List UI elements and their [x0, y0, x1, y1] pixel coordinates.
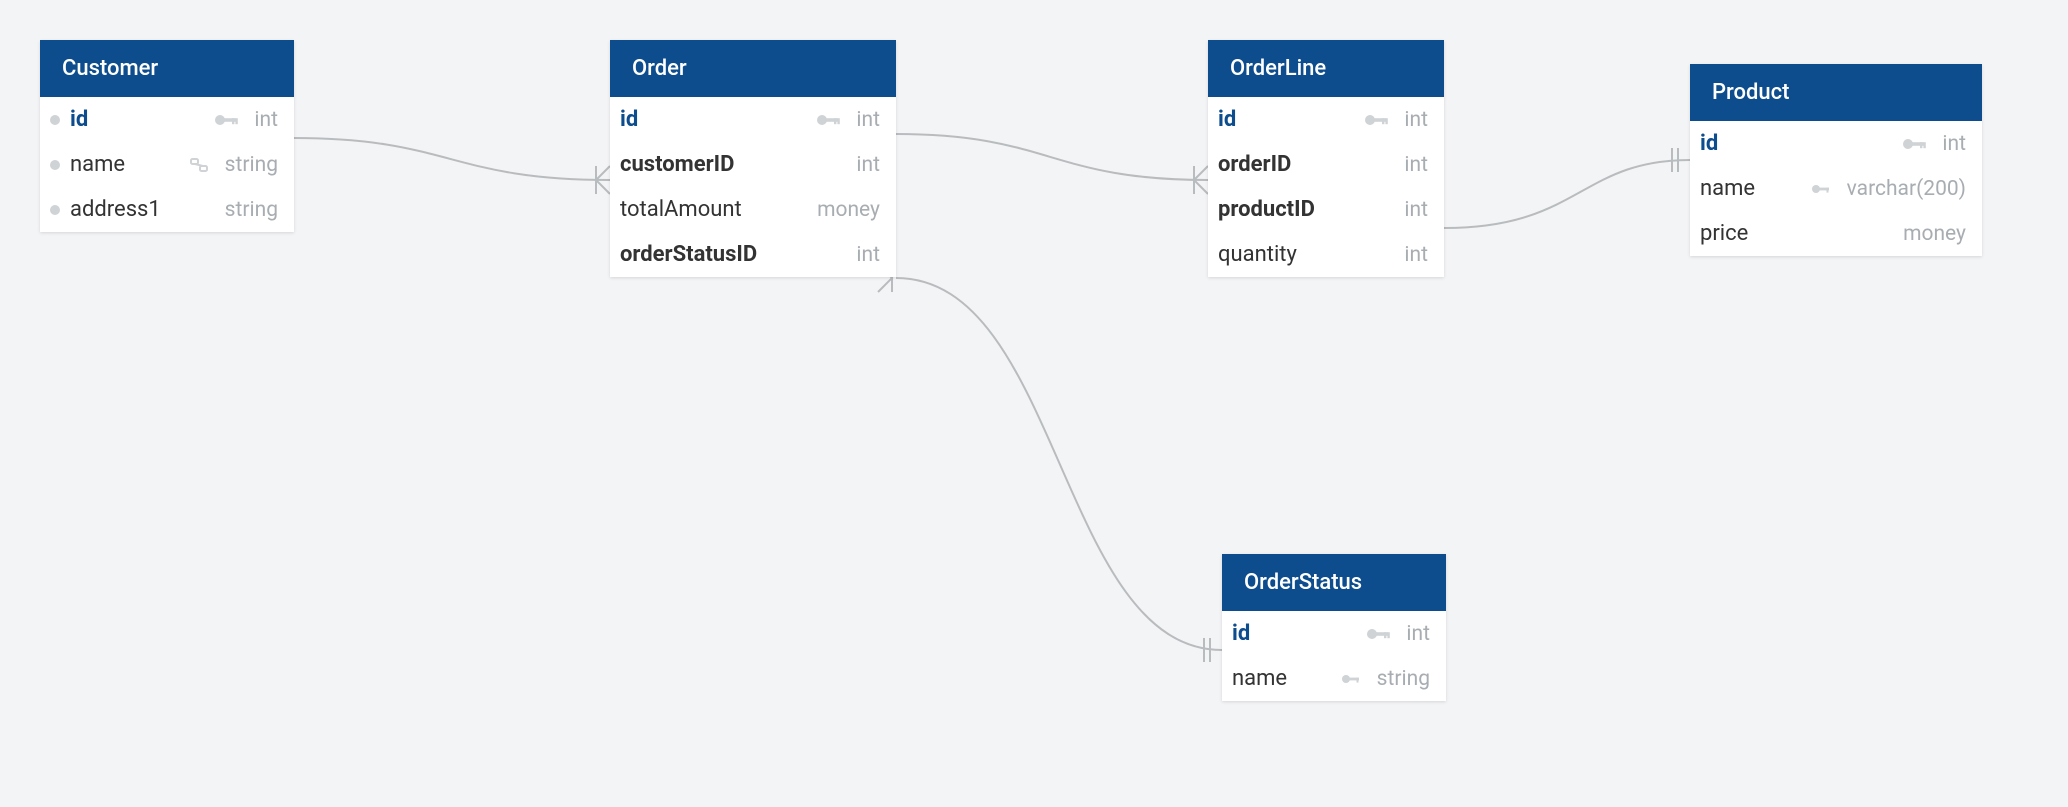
- dot-icon: [50, 115, 60, 125]
- column-row[interactable]: productID int: [1208, 187, 1444, 232]
- column-row[interactable]: price money: [1690, 211, 1982, 256]
- column-name: orderID: [1218, 152, 1388, 177]
- column-type: int: [1400, 622, 1430, 646]
- column-type: money: [1897, 222, 1966, 246]
- column-row[interactable]: id int: [610, 97, 896, 142]
- primary-key-icon: [214, 113, 238, 127]
- column-name: id: [1700, 131, 1892, 156]
- column-name: productID: [1218, 197, 1388, 222]
- key-icon: [1341, 672, 1361, 686]
- entity-header[interactable]: Order: [610, 40, 896, 97]
- primary-key-icon: [1366, 627, 1390, 641]
- column-type: int: [248, 108, 278, 132]
- primary-key-icon: [1364, 113, 1388, 127]
- column-name: name: [70, 152, 179, 177]
- dot-icon: [50, 160, 60, 170]
- link-icon: [189, 158, 209, 172]
- column-row[interactable]: name string: [1222, 656, 1446, 701]
- column-type: money: [811, 198, 880, 222]
- column-type: int: [1398, 243, 1428, 267]
- entity-header[interactable]: Product: [1690, 64, 1982, 121]
- column-type: string: [219, 153, 278, 177]
- primary-key-icon: [816, 113, 840, 127]
- column-row[interactable]: quantity int: [1208, 232, 1444, 277]
- column-type: int: [1398, 198, 1428, 222]
- column-name: name: [1700, 176, 1801, 201]
- column-name: price: [1700, 221, 1887, 246]
- column-row[interactable]: orderID int: [1208, 142, 1444, 187]
- key-icon: [1811, 182, 1831, 196]
- column-type: varchar(200): [1841, 177, 1966, 201]
- dot-icon: [50, 205, 60, 215]
- column-row[interactable]: totalAmount money: [610, 187, 896, 232]
- column-type: int: [1936, 132, 1966, 156]
- primary-key-icon: [1902, 137, 1926, 151]
- column-row[interactable]: id int: [1222, 611, 1446, 656]
- entity-orderstatus[interactable]: OrderStatus id int name string: [1222, 554, 1446, 701]
- column-type: string: [219, 198, 278, 222]
- column-type: int: [850, 243, 880, 267]
- entity-product[interactable]: Product id int name varchar(200) price m…: [1690, 64, 1982, 256]
- column-name: id: [1232, 621, 1356, 646]
- column-name: address1: [70, 197, 209, 222]
- column-name: quantity: [1218, 242, 1388, 267]
- column-row[interactable]: name varchar(200): [1690, 166, 1982, 211]
- column-type: int: [1398, 153, 1428, 177]
- column-row[interactable]: id int: [1690, 121, 1982, 166]
- column-name: totalAmount: [620, 197, 801, 222]
- column-type: int: [1398, 108, 1428, 132]
- column-name: id: [70, 107, 204, 132]
- column-type: int: [850, 108, 880, 132]
- entity-order[interactable]: Order id int customerID int totalAmount …: [610, 40, 896, 277]
- column-type: string: [1371, 667, 1430, 691]
- column-row[interactable]: customerID int: [610, 142, 896, 187]
- column-row[interactable]: orderStatusID int: [610, 232, 896, 277]
- column-type: int: [850, 153, 880, 177]
- entity-header[interactable]: Customer: [40, 40, 294, 97]
- entity-header[interactable]: OrderLine: [1208, 40, 1444, 97]
- entity-header[interactable]: OrderStatus: [1222, 554, 1446, 611]
- entity-customer[interactable]: Customer id int name string address1 str…: [40, 40, 294, 232]
- diagram-canvas[interactable]: Customer id int name string address1 str…: [0, 0, 2068, 807]
- column-row[interactable]: id int: [1208, 97, 1444, 142]
- entity-orderline[interactable]: OrderLine id int orderID int productID i…: [1208, 40, 1444, 277]
- column-name: orderStatusID: [620, 242, 840, 267]
- column-name: customerID: [620, 152, 840, 177]
- column-row[interactable]: id int: [40, 97, 294, 142]
- column-row[interactable]: name string: [40, 142, 294, 187]
- column-name: id: [620, 107, 806, 132]
- column-row[interactable]: address1 string: [40, 187, 294, 232]
- column-name: id: [1218, 107, 1354, 132]
- column-name: name: [1232, 666, 1331, 691]
